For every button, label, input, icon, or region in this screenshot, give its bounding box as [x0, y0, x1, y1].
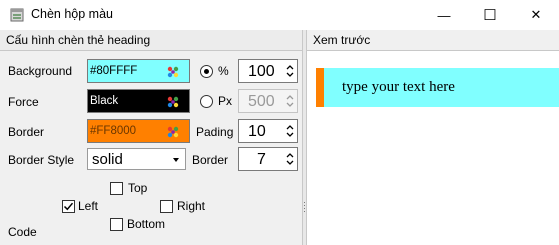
unit-px-label: Px: [218, 94, 233, 108]
close-icon: ✕: [530, 7, 542, 22]
maximize-button[interactable]: ☐: [467, 0, 513, 30]
pading-value: 10: [248, 123, 266, 140]
width-value: 100: [248, 63, 275, 80]
bottom-label: Bottom: [127, 217, 166, 231]
minimize-icon: —: [437, 7, 451, 23]
chevron-down-icon: [173, 158, 179, 162]
minimize-button[interactable]: —: [421, 0, 467, 30]
title-bar: Chèn hộp màu — ☐ ✕: [0, 0, 559, 30]
preview-header: Xem trước: [307, 30, 559, 51]
spin-arrows-icon[interactable]: [285, 151, 295, 167]
bottom-checkbox[interactable]: [110, 218, 123, 231]
close-button[interactable]: ✕: [513, 0, 559, 30]
preview-text: type your text here: [342, 79, 455, 95]
maximize-icon: ☐: [483, 7, 497, 24]
px-value: 500: [248, 93, 275, 110]
force-label: Force: [8, 95, 39, 109]
unit-percent-radio[interactable]: [200, 65, 213, 78]
border-width-value: 7: [257, 151, 266, 168]
left-checkbox[interactable]: [62, 200, 75, 213]
pading-label: Pading: [196, 125, 234, 139]
palette-icon[interactable]: [166, 125, 180, 139]
right-label: Right: [177, 199, 206, 213]
top-checkbox[interactable]: [110, 182, 123, 195]
code-label: Code: [8, 225, 37, 239]
border-style-value: solid: [92, 151, 123, 168]
background-label: Background: [8, 64, 73, 78]
spin-arrows-icon[interactable]: [285, 63, 295, 79]
unit-percent-label: %: [218, 64, 229, 78]
window-title: Chèn hộp màu: [31, 7, 114, 21]
border-style-select[interactable]: solid: [87, 148, 186, 170]
palette-icon[interactable]: [166, 65, 180, 79]
border-style-label: Border Style: [8, 153, 75, 167]
width-spin-input[interactable]: 100: [238, 59, 298, 83]
border-color-value: #FF8000: [90, 125, 137, 137]
config-header: Cấu hình chèn thẻ heading: [0, 30, 302, 51]
app-icon: [10, 8, 24, 22]
pading-spin-input[interactable]: 10: [238, 119, 298, 143]
preview-panel: Xem trước type your text here: [307, 30, 559, 245]
spin-arrows-icon[interactable]: [285, 123, 295, 139]
background-color-value: #80FFFF: [90, 65, 138, 77]
border-width-spin-input[interactable]: 7: [238, 147, 298, 171]
preview-box: type your text here: [316, 68, 559, 107]
unit-px-radio[interactable]: [200, 95, 213, 108]
grip-dot: [304, 202, 305, 203]
grip-dot: [304, 205, 305, 206]
spin-arrows-icon: [286, 95, 294, 107]
right-checkbox[interactable]: [160, 200, 173, 213]
grip-dot: [304, 208, 305, 209]
border-width-label: Border: [192, 153, 229, 167]
force-color-value: Black: [90, 95, 119, 107]
palette-icon[interactable]: [166, 95, 180, 109]
px-spin-input: 500: [238, 89, 298, 113]
grip-dot: [304, 211, 305, 212]
config-panel: Cấu hình chèn thẻ heading Background #80…: [0, 30, 302, 245]
top-label: Top: [128, 181, 148, 195]
border-color-label: Border: [8, 125, 45, 139]
left-label: Left: [78, 199, 99, 213]
checkmark-icon: [63, 202, 74, 211]
radio-selected-dot: [204, 69, 209, 74]
